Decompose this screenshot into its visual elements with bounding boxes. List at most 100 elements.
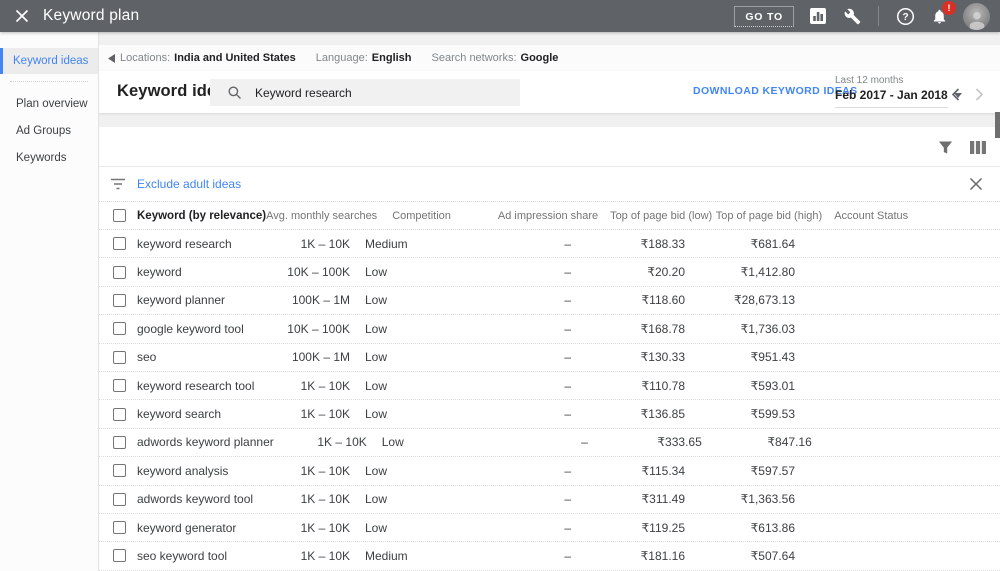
cell-ad-impression-share: – (564, 492, 571, 507)
locations-value: India and United States (174, 52, 296, 64)
cell-keyword: adwords keyword tool (137, 492, 254, 507)
cell-bid-high: ₹951.43 (750, 350, 795, 365)
column-header-bid-high[interactable]: Top of page bid (high) (712, 210, 822, 222)
row-checkbox[interactable] (113, 492, 126, 506)
networks-label: Search networks: (431, 52, 517, 64)
cell-ad-impression-share: – (564, 548, 571, 563)
search-input[interactable]: Keyword research (210, 79, 520, 106)
row-checkbox[interactable] (113, 407, 126, 421)
filter-list-icon[interactable] (108, 178, 128, 190)
row-checkbox[interactable] (113, 435, 126, 449)
sidebar-item-keywords[interactable]: Keywords (0, 145, 98, 171)
cell-bid-low: ₹130.33 (640, 350, 685, 365)
cell-bid-high: ₹847.16 (767, 435, 812, 450)
notification-badge: ! (942, 1, 956, 15)
sidebar-item-plan-overview[interactable]: Plan overview (0, 91, 98, 117)
row-checkbox[interactable] (113, 379, 126, 393)
cell-searches: 10K – 100K (287, 265, 350, 280)
sidebar-divider (10, 81, 88, 82)
cell-keyword: keyword search (137, 407, 222, 422)
header-card: Keyword ideas Keyword research DOWNLOAD … (99, 71, 1000, 113)
cell-keyword: seo (137, 350, 157, 365)
row-checkbox[interactable] (113, 265, 126, 279)
date-range-value: Feb 2017 - Jan 2018 (835, 88, 948, 102)
sidebar-item-label: Ad Groups (16, 125, 71, 137)
column-header-keyword[interactable]: Keyword (by relevance) (137, 210, 266, 222)
cell-bid-low: ₹311.49 (641, 492, 685, 507)
cell-ad-impression-share: – (564, 407, 571, 422)
row-checkbox-cell (99, 435, 137, 449)
locations-setting[interactable]: Locations: India and United States (120, 52, 296, 64)
cell-ad-impression-share: – (564, 236, 571, 251)
row-checkbox-cell (99, 407, 137, 421)
cell-bid-low: ₹119.25 (641, 520, 685, 535)
sidebar-item-ad-groups[interactable]: Ad Groups (0, 118, 98, 144)
cell-ad-impression-share: – (581, 435, 588, 450)
close-icon[interactable] (13, 7, 31, 25)
next-period-icon[interactable] (971, 86, 987, 102)
go-to-button[interactable]: GO TO (734, 5, 794, 27)
row-checkbox[interactable] (113, 464, 126, 478)
table-toolbar (99, 127, 1000, 167)
reports-icon[interactable] (808, 6, 828, 26)
active-filters-row: Exclude adult ideas (99, 167, 1000, 202)
columns-icon[interactable] (969, 139, 986, 156)
search-networks-setting[interactable]: Search networks: Google (432, 52, 559, 64)
clear-filter-close-icon[interactable] (969, 177, 984, 192)
tools-wrench-icon[interactable] (842, 6, 862, 26)
cell-competition: Low (365, 321, 388, 336)
row-checkbox[interactable] (113, 350, 126, 364)
download-keyword-ideas-link[interactable]: DOWNLOAD KEYWORD IDEAS (693, 85, 858, 97)
cell-searches: 1K – 10K (317, 435, 367, 450)
cell-ad-impression-share: – (564, 321, 571, 336)
row-checkbox[interactable] (113, 521, 126, 535)
row-checkbox[interactable] (113, 237, 126, 251)
row-checkbox[interactable] (113, 322, 126, 336)
cell-bid-low: ₹333.65 (657, 435, 702, 450)
search-icon (227, 85, 242, 100)
column-header-account-status[interactable]: Account Status (822, 210, 1000, 222)
help-icon[interactable]: ? (895, 6, 915, 26)
cell-bid-low: ₹168.78 (640, 321, 685, 336)
previous-period-icon[interactable] (947, 86, 963, 102)
table-row: keyword 10K – 100K Low – ₹20.20 ₹1,412.8… (99, 258, 1000, 287)
cell-competition: Medium (365, 548, 408, 563)
page-title: Keyword plan (43, 7, 140, 24)
row-checkbox[interactable] (113, 293, 126, 307)
cell-ad-impression-share: – (564, 378, 571, 393)
cell-ad-impression-share: – (564, 463, 571, 478)
date-range-selector[interactable]: Last 12 months Feb 2017 - Jan 2018 (835, 75, 962, 108)
column-header-competition[interactable]: Competition (377, 210, 472, 222)
cell-bid-high: ₹681.64 (750, 236, 795, 251)
row-checkbox-cell (99, 350, 137, 364)
cell-searches: 1K – 10K (300, 520, 350, 535)
sidebar-item-label: Keyword ideas (13, 55, 89, 67)
cell-keyword: seo keyword tool (137, 548, 228, 563)
avatar[interactable] (963, 2, 990, 30)
topbar-divider (878, 6, 879, 26)
sidebar-item-keyword-ideas[interactable]: Keyword ideas (0, 48, 98, 74)
cell-searches: 1K – 10K (300, 378, 350, 393)
notifications-bell-icon[interactable]: ! (929, 1, 956, 26)
vertical-scrollbar[interactable] (995, 112, 1000, 138)
sidebar-item-label: Keywords (16, 152, 67, 164)
cell-bid-high: ₹1,736.03 (740, 321, 795, 336)
cell-searches: 1K – 10K (300, 463, 350, 478)
cell-keyword: keyword research tool (137, 378, 255, 393)
language-setting[interactable]: Language: English (316, 52, 412, 64)
row-checkbox-cell (99, 521, 137, 535)
cell-bid-low: ₹118.60 (641, 293, 685, 308)
filter-icon[interactable] (937, 139, 954, 156)
exclude-adult-ideas-link[interactable]: Exclude adult ideas (137, 177, 241, 191)
keyword-planner-app: Keyword plan GO TO ? ! Keyword ideas Pla… (0, 0, 1000, 571)
table-row: adwords keyword planner 1K – 10K Low – ₹… (99, 429, 1000, 458)
row-checkbox[interactable] (113, 549, 126, 563)
select-all-checkbox[interactable] (113, 209, 126, 222)
collapse-panel-icon[interactable] (102, 53, 120, 63)
column-header-searches[interactable]: Avg. monthly searches (266, 210, 377, 222)
table-row: adwords keyword tool 1K – 10K Low – ₹311… (99, 486, 1000, 514)
cell-competition: Low (365, 350, 388, 365)
table-row: keyword generator 1K – 10K Low – ₹119.25… (99, 514, 1000, 543)
column-header-ad-impression[interactable]: Ad impression share (472, 210, 598, 222)
column-header-bid-low[interactable]: Top of page bid (low) (598, 210, 712, 222)
